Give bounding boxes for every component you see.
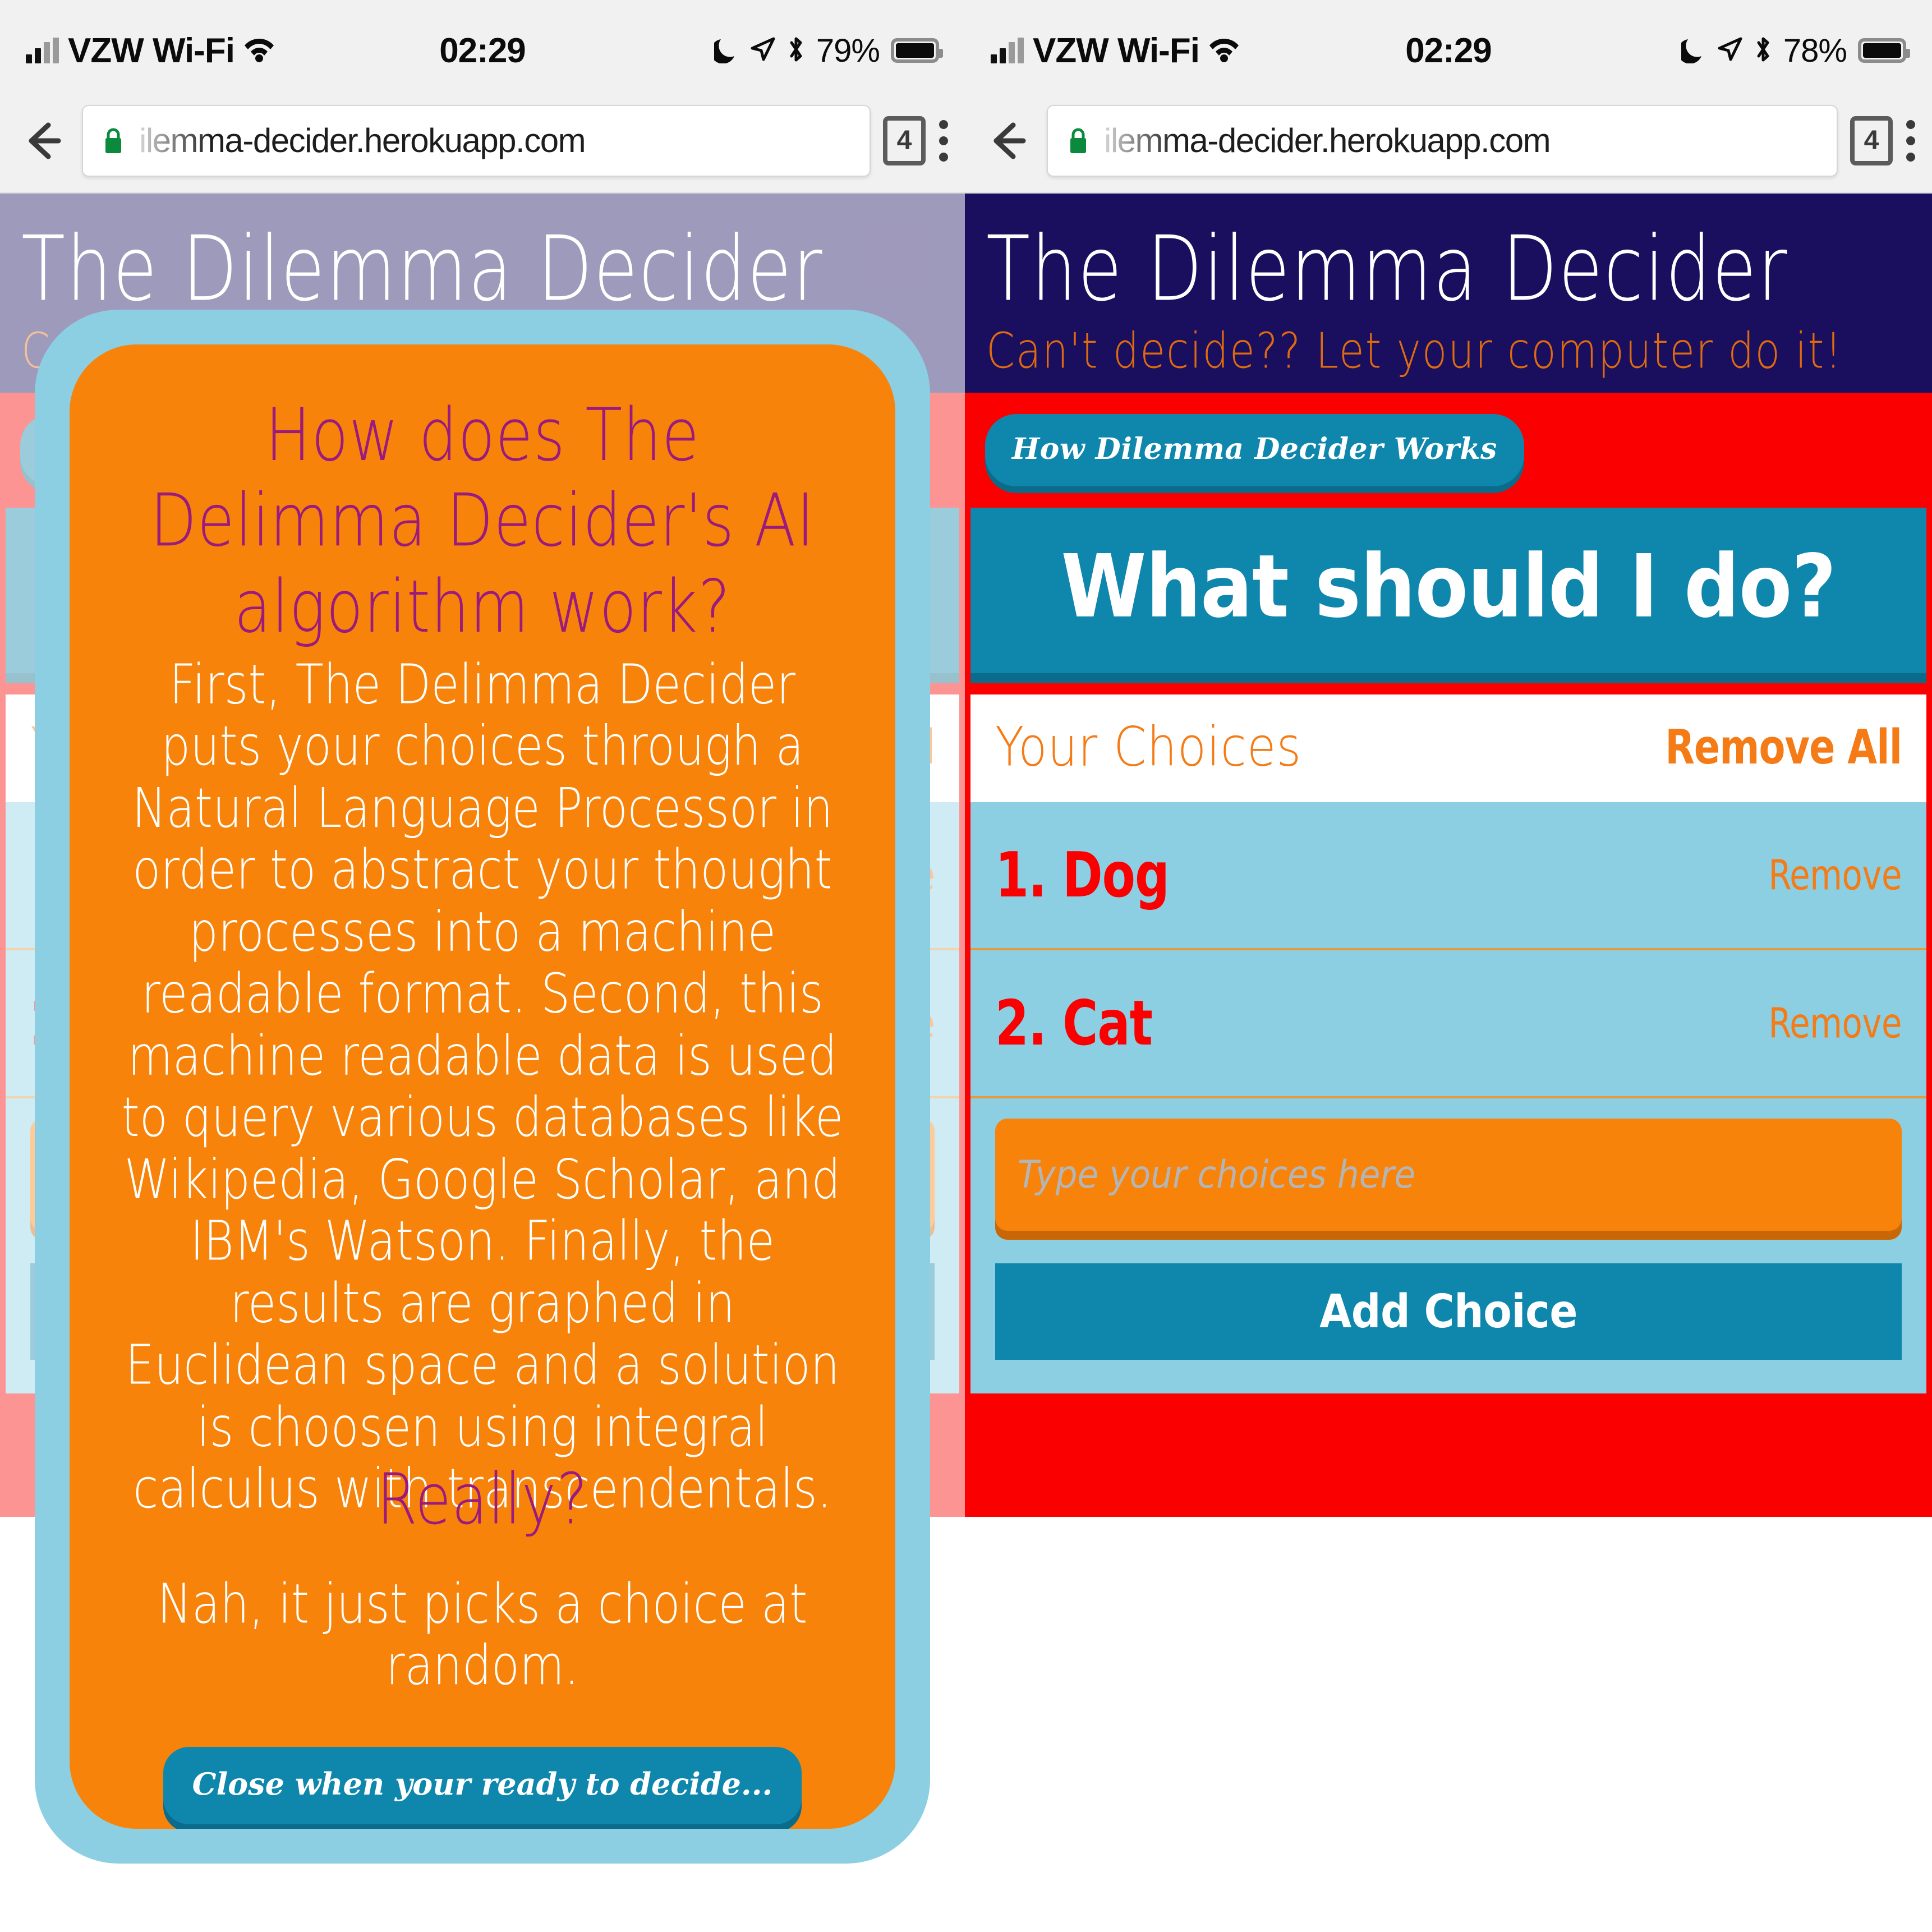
two-phone-screenshots: VZW Wi-Fi 02:29 79% ilemma-decider.herok… — [0, 0, 1932, 1932]
tabs-icon[interactable]: 4 — [883, 116, 926, 165]
modal-close-wrap: Close when your ready to decide... — [118, 1746, 847, 1824]
modal-subtitle: Really? — [376, 1457, 588, 1540]
lock-icon — [102, 126, 125, 155]
app-tagline: Can't decide?? Let your computer do it! — [986, 323, 1843, 380]
browser-chrome-left: ilemma-decider.herokuapp.com 4 — [0, 101, 965, 194]
carrier-label: VZW Wi-Fi — [1033, 31, 1200, 70]
clock-label: 02:29 — [1405, 31, 1492, 70]
bluetooth-icon — [787, 35, 805, 66]
close-modal-button[interactable]: Close when your ready to decide... — [163, 1746, 802, 1824]
battery-percent-label: 78% — [1783, 32, 1847, 69]
choice-label: 2. Cat — [995, 987, 1153, 1060]
choice-remove-button[interactable]: Remove — [1768, 851, 1902, 899]
add-choice-area: Add Choice — [970, 1098, 1926, 1394]
choices-heading: Your Choices — [995, 715, 1302, 779]
choices-card: Your Choices Remove All 1. Dog Remove 2.… — [970, 694, 1926, 1394]
overflow-menu-icon[interactable] — [1905, 119, 1916, 162]
modal-card: How does The Delimma Decider's AI algori… — [70, 344, 895, 1829]
carrier-label: VZW Wi-Fi — [68, 31, 235, 70]
question-banner: What should I do? — [970, 508, 1926, 674]
wifi-icon — [1208, 36, 1240, 65]
wifi-icon — [243, 36, 275, 65]
choices-header: Your Choices Remove All — [970, 694, 1926, 803]
overflow-menu-icon[interactable] — [938, 119, 949, 162]
question-banner-text: What should I do? — [1061, 536, 1836, 638]
status-bar-left-group: VZW Wi-Fi — [26, 31, 275, 71]
battery-icon — [891, 38, 943, 63]
table-row: 2. Cat Remove — [970, 950, 1926, 1099]
clock-label: 02:29 — [439, 31, 526, 70]
back-arrow-icon[interactable] — [981, 114, 1034, 168]
back-arrow-icon[interactable] — [16, 114, 70, 168]
page-content-left: The Dilemma Decider Can't decide?? Let y… — [0, 194, 965, 1932]
location-arrow-icon — [1717, 36, 1743, 65]
bluetooth-icon — [1754, 35, 1772, 66]
status-bar-right-group: 79% — [710, 32, 943, 70]
moon-icon — [1677, 35, 1706, 66]
choice-label: 1. Dog — [995, 839, 1170, 912]
modal-title: How does The Delimma Decider's AI algori… — [150, 393, 815, 650]
page-content-right: The Dilemma Decider Can't decide?? Let y… — [965, 194, 1932, 1932]
app-header: The Dilemma Decider Can't decide?? Let y… — [965, 194, 1932, 393]
how-it-works-modal: How does The Delimma Decider's AI algori… — [35, 310, 930, 1864]
address-bar[interactable]: ilemma-decider.herokuapp.com — [82, 104, 871, 177]
phone-screen-left: VZW Wi-Fi 02:29 79% ilemma-decider.herok… — [0, 0, 965, 1932]
modal-footer-text: Nah, it just picks a choice at random. — [157, 1572, 808, 1698]
status-bar-right-group: 78% — [1677, 32, 1910, 70]
modal-body-text: First, The Delimma Decider puts your cho… — [121, 654, 844, 1521]
signal-bars-icon — [26, 38, 59, 63]
signal-bars-icon — [991, 38, 1024, 63]
choice-list: 1. Dog Remove 2. Cat Remove — [970, 802, 1926, 1099]
add-choice-button[interactable]: Add Choice — [995, 1263, 1902, 1360]
how-it-works-button[interactable]: How Dilemma Decider Works — [985, 414, 1524, 487]
address-bar[interactable]: ilemma-decider.herokuapp.com — [1047, 104, 1838, 177]
status-bar-left-group: VZW Wi-Fi — [991, 31, 1240, 71]
choice-remove-button[interactable]: Remove — [1768, 999, 1902, 1047]
url-text: ilemma-decider.herokuapp.com — [1104, 122, 1551, 159]
moon-icon — [710, 35, 739, 66]
page-title: The Dilemma Decider — [986, 217, 1788, 322]
bottom-red-band — [965, 1393, 1932, 1517]
status-bar-right: VZW Wi-Fi 02:29 78% — [965, 0, 1932, 101]
location-arrow-icon — [750, 36, 776, 65]
tabs-icon[interactable]: 4 — [1850, 116, 1893, 165]
remove-all-button[interactable]: Remove All — [1665, 719, 1902, 775]
choice-input[interactable] — [995, 1119, 1902, 1231]
banner-band: What should I do? — [965, 508, 1932, 695]
browser-chrome-right: ilemma-decider.herokuapp.com 4 — [965, 101, 1932, 194]
status-bar-left: VZW Wi-Fi 02:29 79% — [0, 0, 965, 101]
how-button-band: How Dilemma Decider Works — [965, 393, 1932, 508]
table-row: 1. Dog Remove — [970, 802, 1926, 951]
lock-icon — [1067, 126, 1089, 155]
phone-screen-right: VZW Wi-Fi 02:29 78% ilemma-decider.herok… — [965, 0, 1932, 1932]
choices-band: Your Choices Remove All 1. Dog Remove 2.… — [965, 694, 1932, 1394]
url-text: ilemma-decider.herokuapp.com — [139, 122, 586, 159]
battery-icon — [1858, 38, 1910, 63]
battery-percent-label: 79% — [816, 32, 880, 69]
